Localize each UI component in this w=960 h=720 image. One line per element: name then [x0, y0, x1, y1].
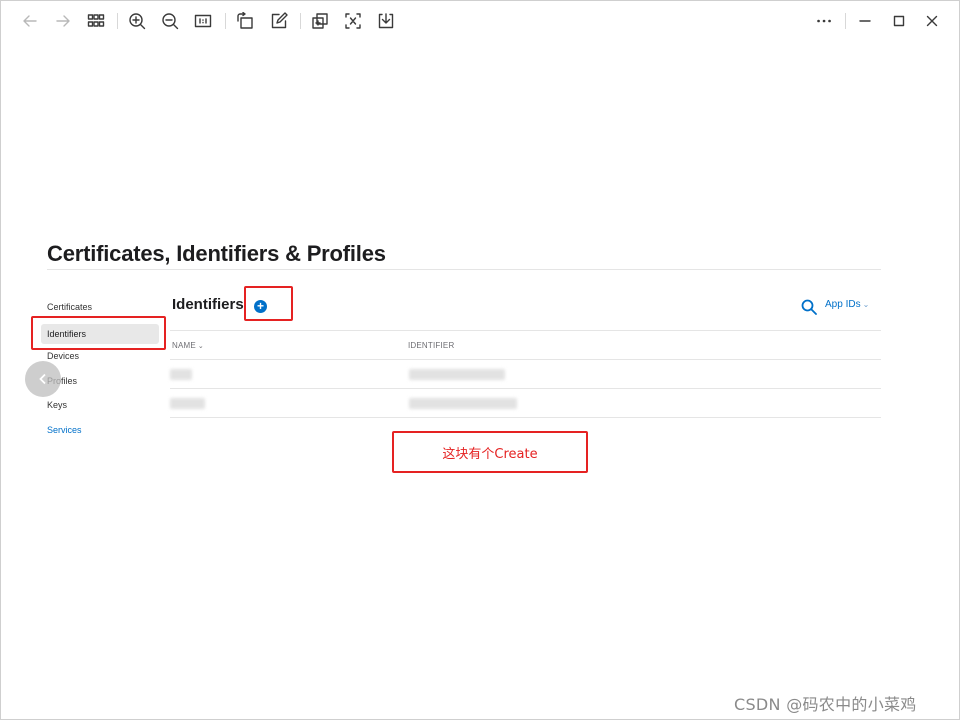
annotation-note: 这块有个Create	[442, 446, 538, 462]
toolbar-divider	[225, 13, 226, 29]
previous-image-button[interactable]	[25, 361, 61, 397]
more-options-icon[interactable]	[813, 10, 835, 32]
toolbar-divider	[845, 13, 846, 29]
redacted-identifier	[409, 398, 517, 409]
column-header-label: NAME	[172, 341, 196, 350]
table-divider	[170, 417, 881, 418]
table-header: NAME ⌄ IDENTIFIER	[170, 331, 881, 359]
sidebar-item-services[interactable]: Services	[41, 420, 159, 445]
column-header-identifier[interactable]: IDENTIFIER	[408, 341, 454, 350]
redacted-name	[170, 369, 192, 380]
table-row[interactable]	[170, 360, 881, 388]
rotate-icon[interactable]	[234, 10, 256, 32]
toolbar-divider	[300, 13, 301, 29]
annotation-box-add	[244, 286, 293, 321]
chevron-down-icon: ⌄	[862, 300, 870, 309]
app-ids-filter[interactable]: App IDs ⌄	[825, 299, 869, 310]
minimize-icon[interactable]	[854, 10, 876, 32]
zoom-out-icon[interactable]	[159, 10, 181, 32]
download-icon[interactable]	[375, 10, 397, 32]
close-icon[interactable]	[921, 10, 943, 32]
table-row[interactable]	[170, 389, 881, 417]
toolbar-divider	[117, 13, 118, 29]
chevron-left-icon	[39, 373, 46, 385]
maximize-icon[interactable]	[888, 10, 910, 32]
back-arrow-icon[interactable]	[19, 10, 41, 32]
watermark: CSDN @码农中的小菜鸡	[734, 695, 917, 714]
sidebar-item-keys[interactable]: Keys	[41, 395, 159, 420]
viewer-toolbar	[1, 1, 959, 41]
annotation-box-identifiers	[31, 316, 166, 350]
column-header-name[interactable]: NAME ⌄	[172, 341, 204, 350]
edit-icon[interactable]	[268, 10, 290, 32]
copy-icon[interactable]	[309, 10, 331, 32]
text-extract-icon[interactable]	[342, 10, 364, 32]
redacted-name	[170, 398, 205, 409]
zoom-in-icon[interactable]	[126, 10, 148, 32]
grid-view-icon[interactable]	[85, 10, 107, 32]
title-divider	[47, 269, 881, 270]
actual-size-icon[interactable]	[192, 10, 214, 32]
identifiers-table: NAME ⌄ IDENTIFIER	[170, 330, 881, 418]
forward-arrow-icon[interactable]	[52, 10, 74, 32]
search-icon[interactable]	[801, 299, 817, 315]
image-viewer-window: Certificates, Identifiers & Profiles Cer…	[0, 0, 960, 720]
sort-chevron-icon: ⌄	[197, 343, 204, 350]
section-title: Identifiers	[172, 296, 244, 313]
filter-label: App IDs	[825, 299, 861, 310]
page-title: Certificates, Identifiers & Profiles	[47, 241, 386, 266]
redacted-identifier	[409, 369, 505, 380]
